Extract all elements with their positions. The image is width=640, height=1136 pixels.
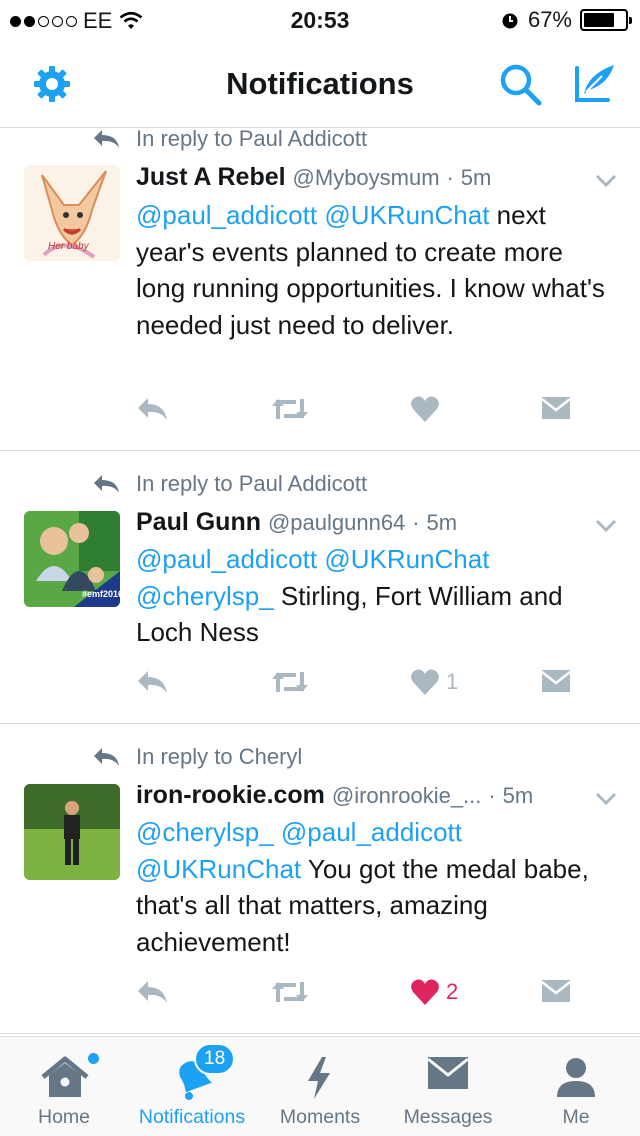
reply-icon [138, 981, 167, 1003]
tab-me[interactable]: Me [512, 1037, 640, 1136]
avatar[interactable]: #emf2016 [24, 511, 120, 607]
envelope-icon [541, 397, 571, 419]
tweet-header: Paul Gunn @paulgunn64 · 5m [136, 508, 457, 537]
timestamp: 5m [502, 783, 534, 808]
in-reply-to-label[interactable]: In reply to Cheryl [136, 744, 302, 770]
retweet-button[interactable] [270, 668, 310, 696]
tweet-text: @paul_addicott @UKRunChat next year's ev… [136, 197, 606, 343]
timestamp: 5m [460, 165, 492, 190]
heart-icon [411, 979, 439, 1005]
battery-percent: 67% [527, 7, 572, 32]
tweet[interactable]: In reply to Paul Addicott Her baby Just … [0, 129, 640, 451]
nav-bar: Notifications [0, 40, 640, 128]
reply-icon [138, 671, 167, 693]
home-icon [41, 1056, 89, 1097]
heart-icon [411, 669, 439, 695]
notification-feed[interactable]: In reply to Paul Addicott Her baby Just … [0, 129, 640, 1035]
direct-message-button[interactable] [540, 978, 572, 1004]
battery-icon [580, 9, 632, 31]
reply-button[interactable] [136, 978, 170, 1006]
mention-link[interactable]: @UKRunChat [324, 544, 489, 574]
reply-arrow-icon [94, 130, 119, 148]
retweet-button[interactable] [270, 978, 310, 1006]
reply-button[interactable] [136, 395, 170, 423]
tweet[interactable]: In reply to Cheryl iron-rookie.com @iron… [0, 724, 640, 1034]
author-handle[interactable]: @paulgunn64 [268, 510, 405, 535]
like-button[interactable] [410, 395, 446, 423]
separator: · [488, 783, 496, 808]
tweet-actions: 1 [136, 668, 576, 702]
tab-label: Notifications [138, 1106, 246, 1128]
author-handle[interactable]: @Myboysmum [293, 165, 440, 190]
direct-message-button[interactable] [540, 395, 572, 421]
tab-moments[interactable]: Moments [256, 1037, 384, 1136]
page-title: Notifications [226, 66, 414, 101]
reply-icon [138, 398, 167, 420]
envelope-icon [427, 1057, 469, 1089]
lightning-icon [308, 1057, 330, 1099]
avatar-caption: #emf2016 [82, 589, 120, 599]
like-button[interactable]: 1 [410, 668, 458, 696]
retweet-button[interactable] [270, 395, 310, 423]
tweet-header: Just A Rebel @Myboysmum · 5m [136, 163, 491, 192]
retweet-icon [272, 982, 308, 1002]
tab-home[interactable]: Home [0, 1037, 128, 1136]
avatar-caption: Her baby [48, 241, 89, 252]
avatar[interactable] [24, 784, 120, 880]
direct-message-button[interactable] [540, 668, 572, 694]
alarm-icon [502, 13, 518, 29]
tweet-text: @cherylsp_ @paul_addicott @UKRunChat You… [136, 814, 606, 960]
tab-label: Home [37, 1106, 91, 1128]
search-icon[interactable] [498, 62, 544, 108]
mention-link[interactable]: @cherylsp_ [136, 817, 274, 847]
chevron-down-icon[interactable] [594, 173, 618, 189]
tweet-actions: 2 [136, 978, 576, 1012]
chevron-down-icon[interactable] [594, 791, 618, 807]
tab-label: Messages [403, 1106, 493, 1128]
in-reply-to-label[interactable]: In reply to Paul Addicott [136, 129, 367, 152]
tweet-header: iron-rookie.com @ironrookie_... · 5m [136, 781, 533, 810]
reply-arrow-icon [94, 475, 119, 493]
tab-notifications[interactable]: 18 Notifications [128, 1037, 256, 1136]
tab-bar: Home 18 Notifications Moments Messages M… [0, 1036, 640, 1136]
avatar[interactable]: Her baby [24, 165, 120, 261]
tweet-actions [136, 395, 576, 429]
new-content-dot [88, 1053, 99, 1064]
timestamp: 5m [426, 510, 458, 535]
mention-link[interactable]: @UKRunChat [136, 854, 301, 884]
heart-icon [411, 396, 439, 422]
like-button[interactable]: 2 [410, 978, 458, 1006]
author-handle[interactable]: @ironrookie_... [332, 783, 482, 808]
tab-label: Moments [279, 1106, 361, 1128]
mention-link[interactable]: @cherylsp_ [136, 581, 274, 611]
in-reply-to-label[interactable]: In reply to Paul Addicott [136, 471, 367, 497]
mention-link[interactable]: @UKRunChat [324, 200, 489, 230]
like-count: 2 [446, 979, 459, 1004]
retweet-icon [272, 672, 308, 692]
chevron-down-icon[interactable] [594, 518, 618, 534]
tab-messages[interactable]: Messages [384, 1037, 512, 1136]
status-bar: EE 20:53 67% [0, 0, 640, 40]
separator: · [446, 165, 454, 190]
author-name[interactable]: Paul Gunn [136, 508, 261, 536]
tab-label: Me [562, 1106, 590, 1128]
person-icon [557, 1058, 595, 1097]
mention-link[interactable]: @paul_addicott [136, 544, 317, 574]
mention-link[interactable]: @paul_addicott [281, 817, 462, 847]
tweet[interactable]: In reply to Paul Addicott #emf2016 Paul … [0, 451, 640, 724]
envelope-icon [541, 670, 571, 692]
envelope-icon [541, 980, 571, 1002]
mention-link[interactable]: @paul_addicott [136, 200, 317, 230]
reply-arrow-icon [94, 748, 119, 766]
compose-tweet-icon[interactable] [572, 60, 618, 106]
separator: · [412, 510, 420, 535]
like-count: 1 [446, 669, 459, 694]
author-name[interactable]: Just A Rebel [136, 163, 286, 191]
text-segment [274, 817, 281, 847]
author-name[interactable]: iron-rookie.com [136, 781, 325, 809]
notification-count-badge: 18 [194, 1043, 236, 1075]
reply-button[interactable] [136, 668, 170, 696]
retweet-icon [272, 399, 308, 419]
tweet-text: @paul_addicott @UKRunChat @cherylsp_ Sti… [136, 541, 606, 651]
